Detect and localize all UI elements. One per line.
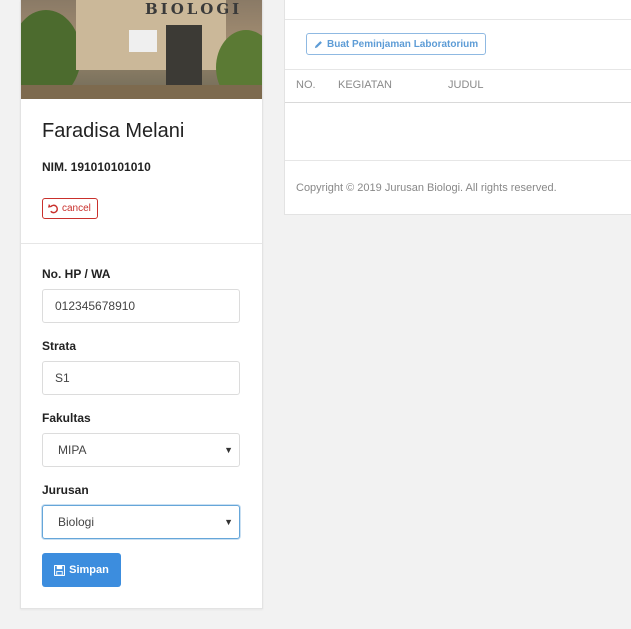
phone-label: No. HP / WA <box>42 267 111 281</box>
strata-input[interactable]: S1 <box>42 361 240 395</box>
phone-value: 012345678910 <box>55 299 136 313</box>
cancel-label: cancel <box>62 203 91 214</box>
profile-card: BIOLOGI Faradisa Melani NIM. 19101010101… <box>20 0 263 609</box>
fakultas-label: Fakultas <box>42 411 91 425</box>
photo-sign: BIOLOGI <box>145 0 243 18</box>
divider <box>285 160 631 161</box>
loan-panel: Buat Peminjaman Laboratorium NO. KEGIATA… <box>284 0 631 215</box>
divider <box>285 19 631 20</box>
column-header-kegiatan: KEGIATAN <box>338 79 392 91</box>
save-button[interactable]: Simpan <box>42 553 121 587</box>
profile-nim: NIM. 191010101010 <box>42 160 151 174</box>
profile-photo: BIOLOGI <box>21 0 262 99</box>
divider <box>285 102 631 103</box>
caret-down-icon: ▼ <box>224 445 233 455</box>
create-loan-button[interactable]: Buat Peminjaman Laboratorium <box>306 33 487 55</box>
strata-value: S1 <box>55 371 70 385</box>
cancel-button[interactable]: cancel <box>42 198 98 219</box>
save-label: Simpan <box>69 564 109 576</box>
column-header-judul: JUDUL <box>448 79 484 91</box>
footer-copyright: Copyright © 2019 Jurusan Biologi. All ri… <box>296 182 557 194</box>
pencil-icon <box>314 40 322 48</box>
fakultas-select[interactable]: MIPA ▼ <box>42 433 240 467</box>
save-icon <box>54 564 66 576</box>
phone-input[interactable]: 012345678910 <box>42 289 240 323</box>
create-loan-label: Buat Peminjaman Laboratorium <box>327 38 479 50</box>
strata-label: Strata <box>42 339 77 353</box>
fakultas-value: MIPA <box>58 443 87 457</box>
column-header-no: NO. <box>296 79 316 91</box>
divider <box>21 243 262 244</box>
profile-name: Faradisa Melani <box>42 120 185 142</box>
undo-icon <box>48 203 58 214</box>
jurusan-select[interactable]: Biologi ▼ <box>42 505 240 539</box>
caret-down-icon: ▼ <box>224 517 233 527</box>
divider <box>285 69 631 70</box>
jurusan-value: Biologi <box>58 515 95 529</box>
jurusan-label: Jurusan <box>42 483 89 497</box>
